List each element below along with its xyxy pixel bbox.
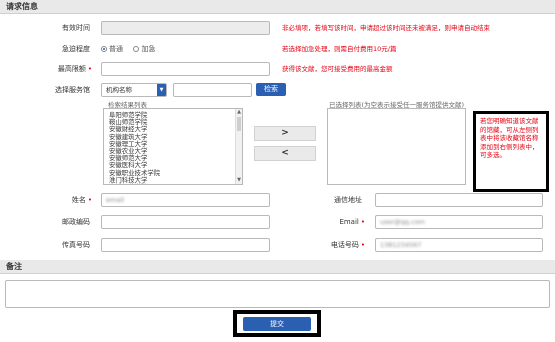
section-request-info-title: 请求信息 [6, 2, 38, 11]
library-search-button[interactable]: 检索 [256, 83, 286, 96]
results-scrollbar[interactable]: ▲ ▼ [235, 109, 242, 184]
valid-time-hint: 非必填项，若填写该时间，申请超过该时间还未被满足，则申请自动结束 [282, 24, 490, 32]
scroll-up-icon[interactable]: ▲ [237, 110, 241, 115]
postcode-input[interactable] [101, 215, 270, 229]
hint-callout-text: 若您明确知道该文献的馆藏，可从左侧列表中将该收藏馆名称添加到右侧列表中，可多选。 [480, 117, 539, 159]
section-remarks-title: 备注 [6, 262, 22, 271]
phone-label: 电话号码 • [330, 241, 365, 249]
section-remarks: 备注 [0, 260, 555, 274]
address-label: 通信地址 [334, 196, 362, 204]
submit-button[interactable]: 提交 [243, 317, 311, 331]
fax-input[interactable] [101, 238, 270, 252]
results-list: 阜阳师范学院 鞍山师范学院 安徽财经大学 安徽建筑大学 安徽理工大学 安徽农业大学 安徽师范… [104, 109, 242, 184]
urgency-hint: 若选择加急处理，则需自付费用10元/篇 [282, 45, 397, 53]
email-label: Email • [339, 218, 365, 226]
remove-library-button[interactable]: < [254, 146, 316, 161]
address-input[interactable] [375, 193, 543, 207]
section-request-info: 请求信息 [0, 0, 555, 14]
urgency-urgent-radio[interactable]: 加急 [133, 45, 155, 53]
library-search-input[interactable] [173, 83, 252, 97]
service-library-label: 选择服务馆 [55, 86, 90, 94]
postcode-label: 邮政编码 [62, 218, 90, 226]
remarks-textarea[interactable] [5, 280, 550, 308]
list-item[interactable]: 白城师范学院 [109, 183, 147, 184]
email-input[interactable]: user@qq.com [375, 215, 543, 229]
chevron-down-icon: ▼ [157, 84, 166, 96]
urgency-normal-radio[interactable]: 普通 [101, 45, 123, 53]
submit-highlight: 提交 [233, 310, 321, 337]
urgency-options: 普通 加急 [101, 43, 155, 55]
phone-input[interactable]: 1381234567 [375, 238, 543, 252]
name-label: 姓名 • [71, 196, 92, 204]
scroll-thumb[interactable] [237, 117, 241, 131]
valid-time-input[interactable] [101, 21, 270, 35]
name-input[interactable]: email [101, 193, 270, 207]
selected-listbox[interactable] [327, 108, 466, 185]
filter-select[interactable]: 机构名称 ▼ [101, 83, 167, 97]
hint-callout: 若您明确知道该文献的馆藏，可从左侧列表中将该收藏馆名称添加到右侧列表中，可多选。 [473, 111, 549, 192]
add-library-button[interactable]: > [254, 126, 316, 141]
scroll-down-icon[interactable]: ▼ [237, 178, 241, 183]
max-amount-input[interactable] [101, 62, 270, 76]
valid-time-label: 有效时间 [62, 24, 90, 32]
fax-label: 传真号码 [62, 241, 90, 249]
results-listbox[interactable]: 阜阳师范学院 鞍山师范学院 安徽财经大学 安徽建筑大学 安徽理工大学 安徽农业大学 安徽师范… [103, 108, 243, 185]
urgency-label: 急迫程度 [62, 45, 90, 53]
max-amount-label: 最高限额 • [57, 65, 92, 73]
max-amount-hint: 获得该文献，您可接受费用的最高金额 [282, 65, 393, 73]
